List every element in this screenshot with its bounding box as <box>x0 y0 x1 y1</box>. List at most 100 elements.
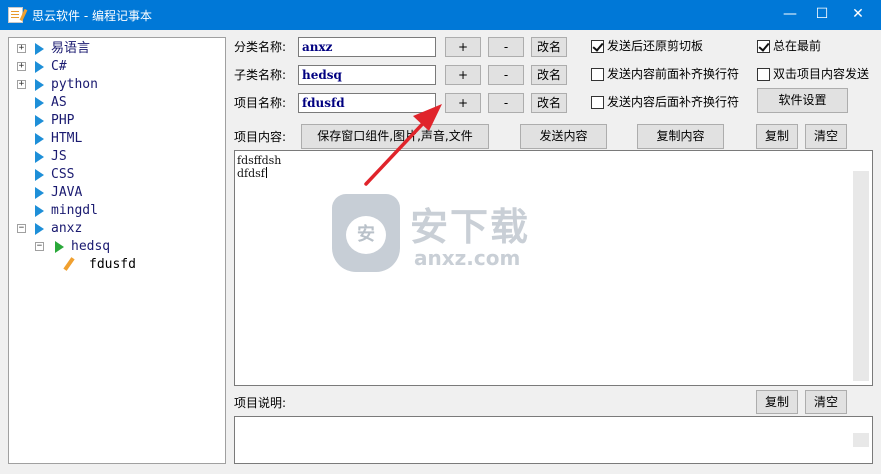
annotation-arrow-icon <box>364 104 442 186</box>
tree-item-label: fdusfd <box>89 257 136 272</box>
tree-item-label: CSS <box>51 167 75 182</box>
tree-item-label: mingdl <box>51 203 98 218</box>
tree-item-java[interactable]: JAVA <box>17 184 217 202</box>
tree-item-label: HTML <box>51 131 83 146</box>
folder-arrow-icon <box>35 133 44 145</box>
watermark-text-en: anxz.com <box>414 246 521 270</box>
tree-item-anxz[interactable]: − anxz <box>17 220 217 238</box>
note-clear-button[interactable]: 清空 <box>805 390 847 414</box>
tree-item-css[interactable]: CSS <box>17 166 217 184</box>
notepad-icon <box>8 7 23 23</box>
settings-button[interactable]: 软件设置 <box>757 88 848 113</box>
collapse-icon[interactable]: − <box>17 224 26 233</box>
tree-item-label: PHP <box>51 113 75 128</box>
tree-item-label: JAVA <box>51 185 83 200</box>
rename-item-button[interactable]: 改名 <box>531 93 567 113</box>
close-button[interactable]: ✕ <box>842 0 874 30</box>
add-item-button[interactable]: + <box>445 93 481 113</box>
title-bar[interactable]: 思云软件 - 编程记事本 — ☐ ✕ <box>0 0 881 30</box>
folder-arrow-icon <box>35 43 44 55</box>
expand-icon[interactable]: + <box>17 44 26 53</box>
tree-item-js[interactable]: JS <box>17 148 217 166</box>
checkbox-unchecked-icon[interactable] <box>757 68 770 81</box>
send-content-button[interactable]: 发送内容 <box>520 124 607 149</box>
add-subcategory-button[interactable]: + <box>445 65 481 85</box>
remove-category-button[interactable]: - <box>488 37 524 57</box>
folder-arrow-icon <box>35 169 44 181</box>
content-line: fdsffdsh <box>237 154 282 167</box>
checkbox-checked-icon[interactable] <box>591 40 604 53</box>
minimize-button[interactable]: — <box>774 0 806 30</box>
tree-item-label: C# <box>51 59 67 74</box>
tree-item-hedsq[interactable]: − hedsq <box>35 238 215 256</box>
tree-item-label: hedsq <box>71 239 111 254</box>
folder-arrow-icon <box>35 151 44 163</box>
category-label: 分类名称: <box>234 40 287 54</box>
pad-after-checkbox[interactable]: 发送内容后面补齐换行符 <box>591 95 751 111</box>
remove-subcategory-button[interactable]: - <box>488 65 524 85</box>
add-category-button[interactable]: + <box>445 37 481 57</box>
tree-item-html[interactable]: HTML <box>17 130 217 148</box>
pad-before-checkbox[interactable]: 发送内容前面补齐换行符 <box>591 67 751 83</box>
copy-button[interactable]: 复制 <box>756 124 798 149</box>
tree-item-csharp[interactable]: + C# <box>17 58 217 76</box>
checkbox-unchecked-icon[interactable] <box>591 96 604 109</box>
tree-item-label: python <box>51 77 98 92</box>
watermark-text-cn: 安下载 <box>410 205 531 249</box>
tree-item-yiyuyan[interactable]: + 易语言 <box>17 40 217 58</box>
folder-arrow-icon <box>35 205 44 217</box>
copy-content-button[interactable]: 复制内容 <box>637 124 724 149</box>
watermark-logo-glyph: 安 <box>346 216 386 254</box>
folder-arrow-icon <box>35 187 44 199</box>
folder-arrow-icon <box>35 115 44 127</box>
watermark: 安 安下载 anxz.com <box>332 194 568 274</box>
tree-item-as[interactable]: AS <box>17 94 217 112</box>
subcategory-label: 子类名称: <box>234 68 287 82</box>
rename-category-button[interactable]: 改名 <box>531 37 567 57</box>
tree-item-php[interactable]: PHP <box>17 112 217 130</box>
category-tree[interactable]: + 易语言 + C# + python AS PHP HTML JS CSS J… <box>8 37 226 464</box>
restore-clipboard-checkbox[interactable]: 发送后还原剪切板 <box>591 39 741 55</box>
checkbox-unchecked-icon[interactable] <box>591 68 604 81</box>
subcategory-field[interactable]: hedsq <box>298 65 436 85</box>
tree-item-label: AS <box>51 95 67 110</box>
checkbox-label: 发送内容前面补齐换行符 <box>607 67 740 81</box>
item-label: 项目名称: <box>234 96 287 110</box>
tree-item-label: anxz <box>51 221 83 236</box>
content-line: dfdsf <box>237 167 265 180</box>
vertical-scrollbar[interactable] <box>853 171 869 381</box>
tree-item-label: JS <box>51 149 67 164</box>
folder-arrow-icon <box>35 223 44 235</box>
maximize-button[interactable]: ☐ <box>806 0 838 30</box>
tree-item-fdusfd[interactable]: fdusfd <box>73 256 213 274</box>
checkbox-label: 发送内容后面补齐换行符 <box>607 95 740 109</box>
always-on-top-checkbox[interactable]: 总在最前 <box>757 39 867 55</box>
folder-arrow-icon <box>35 97 44 109</box>
checkbox-label: 总在最前 <box>773 39 822 53</box>
checkbox-label: 双击项目内容发送 <box>773 67 870 81</box>
note-scrollbar[interactable] <box>853 433 869 447</box>
collapse-icon[interactable]: − <box>35 242 44 251</box>
category-field[interactable]: anxz <box>298 37 436 57</box>
content-label: 项目内容: <box>234 130 287 144</box>
window-title: 思云软件 - 编程记事本 <box>32 9 152 23</box>
double-click-send-checkbox[interactable]: 双击项目内容发送 <box>757 67 875 83</box>
rename-subcategory-button[interactable]: 改名 <box>531 65 567 85</box>
clear-button[interactable]: 清空 <box>805 124 847 149</box>
folder-arrow-icon <box>55 241 64 253</box>
watermark-logo-icon: 安 <box>332 194 400 272</box>
note-editor[interactable] <box>234 416 873 464</box>
content-line-with-cursor: dfdsf <box>237 167 267 180</box>
expand-icon[interactable]: + <box>17 80 26 89</box>
tree-item-mingdl[interactable]: mingdl <box>17 202 217 220</box>
text-cursor <box>265 167 267 178</box>
folder-arrow-icon <box>35 61 44 73</box>
remove-item-button[interactable]: - <box>488 93 524 113</box>
note-label: 项目说明: <box>234 396 287 410</box>
note-copy-button[interactable]: 复制 <box>756 390 798 414</box>
tree-item-label: 易语言 <box>51 41 91 56</box>
checkbox-label: 发送后还原剪切板 <box>607 39 704 53</box>
tree-item-python[interactable]: + python <box>17 76 217 94</box>
checkbox-checked-icon[interactable] <box>757 40 770 53</box>
expand-icon[interactable]: + <box>17 62 26 71</box>
